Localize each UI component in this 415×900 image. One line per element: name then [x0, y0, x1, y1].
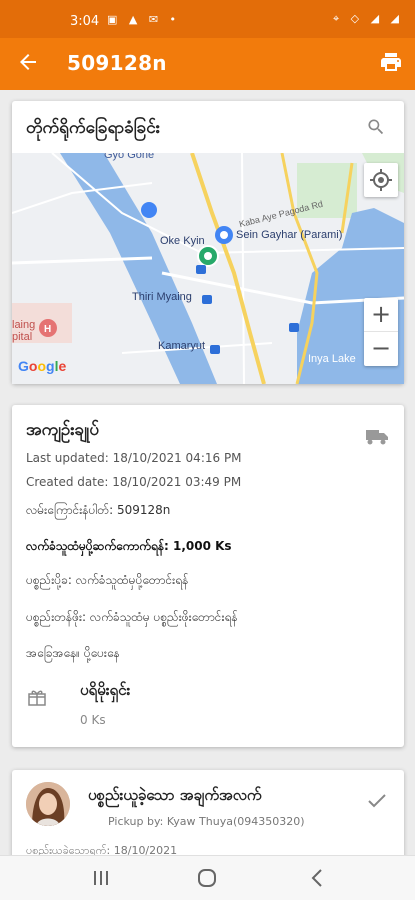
system-nav-bar [0, 855, 415, 900]
map-label-oke-kyin: Oke Kyin [160, 235, 205, 247]
system-icons: ⌖ ◇ ◢ ◢ [332, 12, 403, 25]
map-label-inya-lake: Inya Lake [308, 353, 356, 365]
home-icon[interactable] [192, 866, 222, 890]
status-bar: 3:04 ▣ ▲ ✉ • ⌖ ◇ ◢ ◢ [0, 0, 415, 38]
last-updated: Last updated: 18/10/2021 04:16 PM [26, 451, 242, 465]
status-time: 3:04 [70, 14, 100, 29]
check-icon[interactable] [368, 793, 386, 808]
summary-card: အကျဉ်းချုပ် Last updated: 18/10/2021 04:… [12, 405, 404, 747]
package-icon [28, 688, 46, 706]
zoom-controls: + − [364, 298, 398, 366]
back-arrow-icon[interactable] [14, 50, 42, 78]
map-label-hospital: laing pital [12, 319, 36, 343]
product-name: ပရိမိုးရှင်း [80, 681, 131, 699]
item-value-info: ပစ္စည်းတန်ဖိုး: လက်ခံသူထံမှ ပစ္စည်းဖိုးတ… [26, 610, 238, 624]
google-logo: Google [18, 358, 67, 374]
waybill-number: လမ်းကြောင်းနံပါတ်: 509128n [26, 503, 171, 517]
map-view[interactable]: H Gyo Gone Kaba Aye Pagoda Rd Oke Kyin S… [12, 153, 404, 384]
live-tracking-card: တိုက်ရိုက်ခြေရာခံခြင်း H Gyo Gone Kaba A… [12, 101, 404, 384]
delivery-status: အခြေအနေ။ ပို့ပေးနေ [26, 646, 120, 660]
product-price: 0 Ks [80, 713, 106, 727]
search-icon[interactable] [366, 117, 386, 137]
truck-icon [366, 429, 388, 445]
my-location-button[interactable] [364, 163, 398, 197]
print-icon[interactable] [379, 50, 405, 76]
app-bar: 509128n [0, 38, 415, 90]
pickup-info-title: ပစ္စည်းယူခဲ့သော အချက်အလက် [88, 786, 262, 804]
recent-apps-icon[interactable] [86, 866, 116, 890]
pickup-by: Pickup by: Kyaw Thuya(094350320) [108, 815, 305, 828]
pickup-info-card: ပစ္စည်းယူခဲ့သော အချက်အလက် Pickup by: Kya… [12, 770, 404, 860]
crosshair-icon [370, 169, 392, 191]
notification-icons: ▣ ▲ ✉ • [107, 13, 181, 26]
page-title: 509128n [67, 51, 167, 75]
zoom-out-button[interactable]: − [364, 332, 398, 366]
map-label-gyo-gone: Gyo Gone [104, 153, 155, 161]
zoom-in-button[interactable]: + [364, 298, 398, 332]
svg-text:H: H [44, 324, 51, 335]
map-label-thiri-myaing: Thiri Myaing [132, 291, 192, 303]
summary-title: အကျဉ်းချုပ် [26, 420, 100, 440]
live-tracking-title: တိုက်ရိုက်ခြေရာခံခြင်း [26, 118, 161, 138]
back-icon[interactable] [302, 866, 332, 890]
delivery-fee-info: ပစ္စည်းပို့ခ: လက်ခံသူထံမှပို့တောင်းရန် [26, 573, 189, 587]
map-label-kamaryut: Kamaryut [158, 340, 206, 352]
map-label-sein-gayhar: Sein Gayhar (Parami) [236, 229, 343, 241]
created-date: Created date: 18/10/2021 03:49 PM [26, 475, 242, 489]
collect-fee: လက်ခံသူထံမှပို့ဆက်ကောက်ရန်: 1,000 Ks [26, 539, 232, 553]
avatar [26, 782, 70, 826]
